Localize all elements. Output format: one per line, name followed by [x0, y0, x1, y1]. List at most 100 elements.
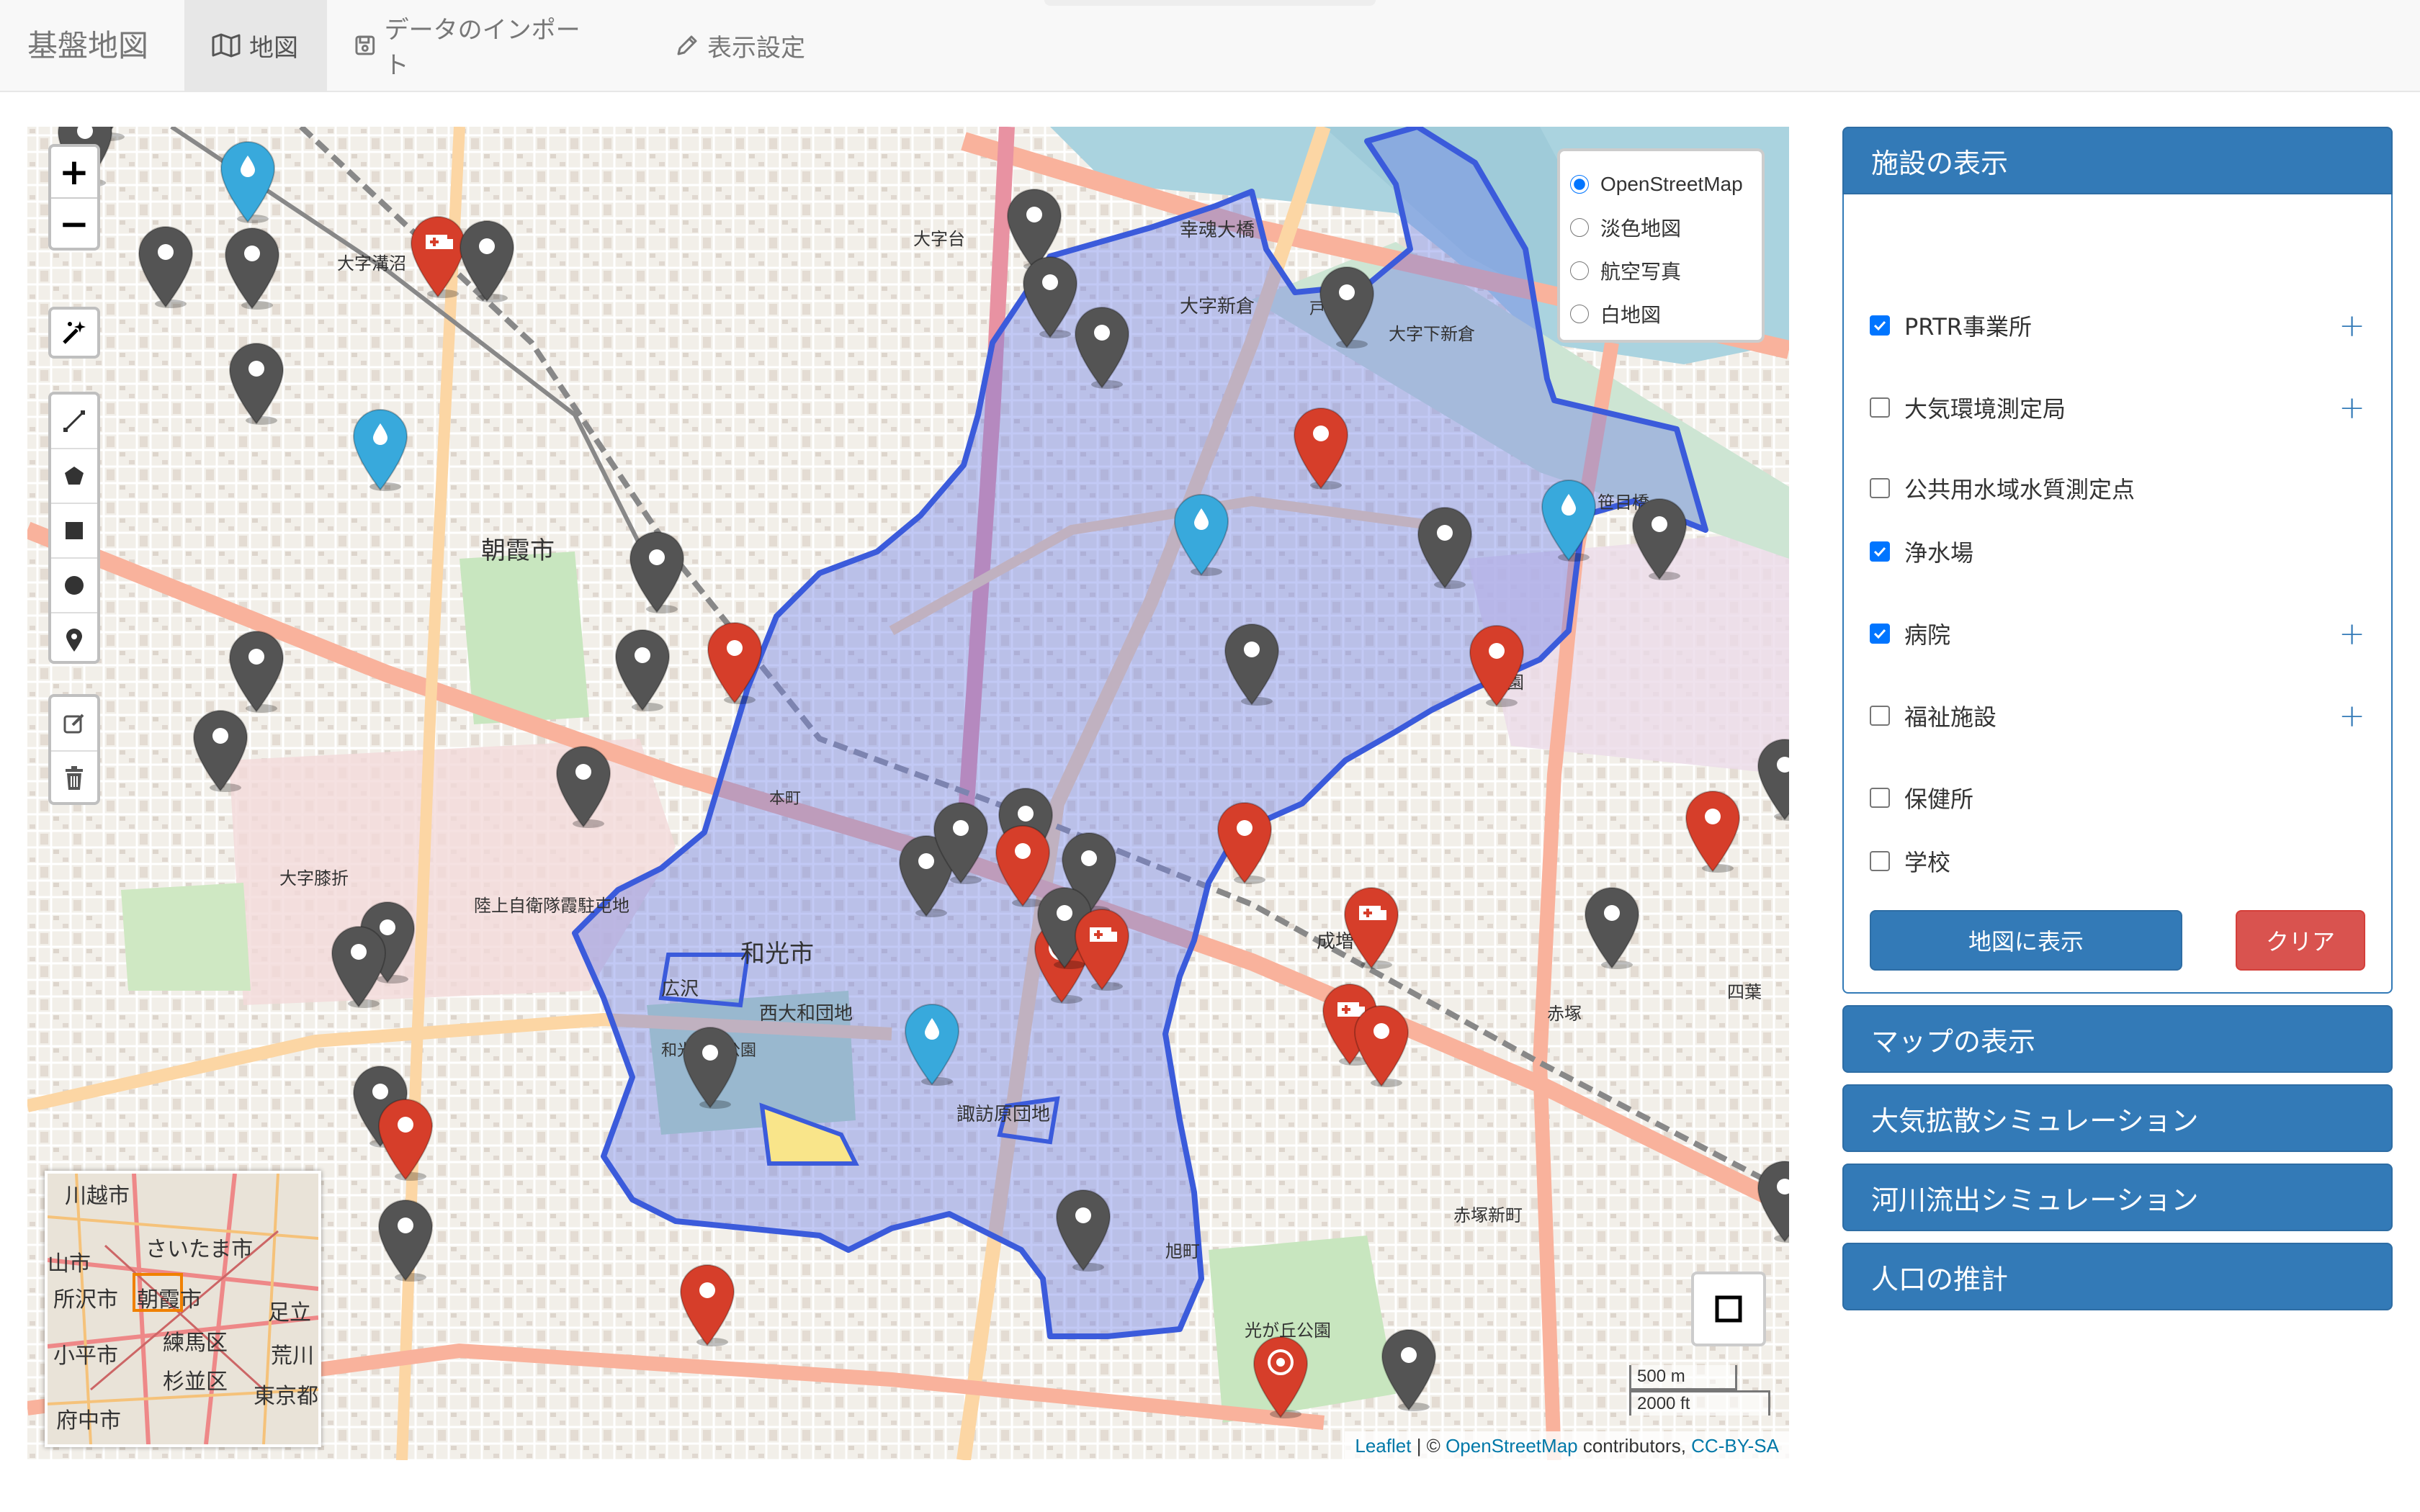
- prtr-marker[interactable]: [1070, 304, 1134, 389]
- prtr-marker[interactable]: [610, 626, 675, 711]
- marker-dot-icon: [614, 629, 671, 711]
- draw-polygon-button[interactable]: [51, 449, 97, 504]
- layer-blank[interactable]: 白地図: [1570, 292, 1752, 336]
- hospital-marker[interactable]: [1289, 405, 1353, 490]
- draw-rectangle-button[interactable]: [51, 504, 97, 559]
- fullscreen-button[interactable]: [1691, 1272, 1766, 1346]
- expand-welfare-button[interactable]: +: [2339, 698, 2365, 734]
- zoom-out-button[interactable]: −: [51, 199, 97, 249]
- facility-water-quality-checkbox[interactable]: [1870, 478, 1890, 498]
- layer-photo-radio[interactable]: [1570, 261, 1589, 280]
- expand-air-station-button[interactable]: +: [2339, 390, 2365, 426]
- prtr-marker[interactable]: [1752, 736, 1789, 821]
- marker-dot-icon: [1584, 887, 1640, 969]
- nav-import[interactable]: データのインポート: [327, 0, 629, 91]
- water-drop-icon: [352, 409, 408, 491]
- facility-air-station-checkbox[interactable]: [1870, 397, 1890, 418]
- prtr-marker[interactable]: [1752, 1158, 1789, 1243]
- hospital-marker[interactable]: [373, 1096, 438, 1181]
- facility-hospital[interactable]: 病院 +: [1870, 612, 2365, 655]
- prtr-marker[interactable]: [224, 340, 289, 425]
- edit-layers-button[interactable]: [51, 697, 97, 752]
- layer-osm-radio[interactable]: [1570, 175, 1589, 194]
- nav-display-settings[interactable]: 表示設定: [648, 0, 835, 91]
- magic-wand-button[interactable]: [48, 307, 100, 359]
- prtr-marker[interactable]: [373, 1197, 438, 1282]
- water-plant-marker[interactable]: [900, 1001, 964, 1086]
- osm-link[interactable]: OpenStreetMap: [1446, 1435, 1578, 1457]
- hospital-marker[interactable]: [1070, 906, 1134, 991]
- draw-circle-button[interactable]: [51, 559, 97, 613]
- facility-prtr[interactable]: PRTR事業所 +: [1870, 304, 2365, 347]
- prtr-marker[interactable]: [624, 528, 689, 613]
- water-plant-marker[interactable]: [1169, 491, 1234, 576]
- zoom-in-button[interactable]: +: [51, 147, 97, 199]
- draw-polyline-button[interactable]: [51, 395, 97, 449]
- accordion-map-display[interactable]: マップの表示: [1842, 1005, 2393, 1073]
- clear-button[interactable]: クリア: [2236, 910, 2365, 971]
- hospital-marker[interactable]: [1680, 788, 1745, 873]
- leaflet-link[interactable]: Leaflet: [1355, 1435, 1411, 1457]
- show-on-map-button[interactable]: 地図に表示: [1870, 910, 2182, 971]
- facility-water-plant-checkbox[interactable]: [1870, 541, 1890, 562]
- prtr-marker[interactable]: [678, 1024, 743, 1109]
- facility-hospital-checkbox[interactable]: [1870, 624, 1890, 644]
- facility-air-station[interactable]: 大気環境測定局 +: [1870, 386, 2365, 429]
- prtr-marker[interactable]: [224, 628, 289, 713]
- prtr-marker[interactable]: [551, 743, 616, 828]
- prtr-marker[interactable]: [1579, 884, 1644, 969]
- map-view[interactable]: 和光市 朝霞市 西大和団地 広沢 諏訪原団地 幸魂大橋 大字新倉 大字下新倉 大…: [27, 127, 1789, 1460]
- prtr-marker[interactable]: [1219, 621, 1284, 706]
- facility-school-checkbox[interactable]: [1870, 851, 1890, 871]
- facility-school[interactable]: 学校: [1870, 840, 2365, 883]
- prtr-marker[interactable]: [1376, 1326, 1441, 1411]
- expand-prtr-button[interactable]: +: [2339, 307, 2365, 344]
- prtr-marker[interactable]: [1412, 504, 1477, 589]
- accordion-river-runoff[interactable]: 河川流出シミュレーション: [1842, 1164, 2393, 1231]
- prtr-marker[interactable]: [928, 799, 993, 884]
- prtr-marker[interactable]: [188, 707, 253, 792]
- layer-photo[interactable]: 航空写真: [1570, 249, 1752, 292]
- prtr-marker[interactable]: [454, 217, 519, 302]
- draw-marker-button[interactable]: [51, 613, 97, 667]
- facility-water-quality[interactable]: 公共用水域水質測定点: [1870, 467, 2365, 510]
- accordion-air-dispersion[interactable]: 大気拡散シミュレーション: [1842, 1084, 2393, 1152]
- hospital-marker[interactable]: [1339, 884, 1404, 969]
- license-link[interactable]: CC-BY-SA: [1691, 1435, 1779, 1457]
- prtr-marker[interactable]: [133, 223, 198, 308]
- marker-dot-icon: [1757, 1161, 1789, 1243]
- app-brand[interactable]: 基盤地図: [27, 22, 148, 66]
- layer-pale[interactable]: 淡色地図: [1570, 206, 1752, 249]
- facility-water-plant[interactable]: 浄水場: [1870, 530, 2365, 573]
- prtr-marker[interactable]: [1051, 1187, 1116, 1272]
- water-plant-marker[interactable]: [348, 406, 413, 491]
- hospital-marker[interactable]: [702, 619, 767, 704]
- hospital-marker[interactable]: [1464, 622, 1529, 707]
- layer-osm[interactable]: OpenStreetMap: [1570, 163, 1752, 206]
- prtr-marker[interactable]: [1314, 264, 1379, 348]
- nav-map[interactable]: 地図: [184, 0, 327, 91]
- water-plant-marker[interactable]: [1536, 477, 1601, 562]
- facility-welfare[interactable]: 福祉施設 +: [1870, 694, 2365, 737]
- facility-prtr-checkbox[interactable]: [1870, 315, 1890, 336]
- facility-health-center-checkbox[interactable]: [1870, 788, 1890, 808]
- delete-layers-button[interactable]: [51, 752, 97, 805]
- hospital-marker[interactable]: [1248, 1333, 1313, 1418]
- edit-toolbar: [48, 694, 100, 805]
- layer-blank-radio[interactable]: [1570, 305, 1589, 323]
- hospital-marker[interactable]: [1349, 1002, 1414, 1087]
- hospital-marker[interactable]: [1212, 799, 1277, 884]
- prtr-marker[interactable]: [1627, 495, 1692, 580]
- water-plant-marker[interactable]: [215, 138, 280, 223]
- facility-welfare-checkbox[interactable]: [1870, 706, 1890, 726]
- facilities-panel-header[interactable]: 施設の表示: [1842, 127, 2393, 194]
- layer-pale-radio[interactable]: [1570, 218, 1589, 237]
- accordion-population[interactable]: 人口の推計: [1842, 1243, 2393, 1310]
- prtr-marker[interactable]: [220, 225, 284, 310]
- facility-health-center[interactable]: 保健所: [1870, 776, 2365, 819]
- minimap-label-0: 川越市: [65, 1184, 130, 1209]
- overview-minimap[interactable]: 川越市 さいたま市 山市 所沢市 朝霞市 足立 練馬区 小平市 荒川 杉並区 東…: [45, 1171, 321, 1447]
- hospital-marker[interactable]: [675, 1261, 740, 1346]
- expand-hospital-button[interactable]: +: [2339, 616, 2365, 652]
- prtr-marker[interactable]: [326, 923, 391, 1008]
